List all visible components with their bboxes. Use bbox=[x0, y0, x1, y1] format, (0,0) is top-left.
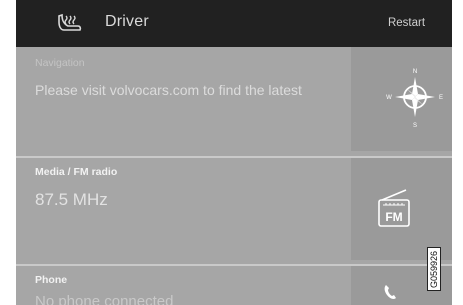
navigation-app-button[interactable]: N S W E bbox=[351, 47, 452, 151]
fm-radio-icon: FM bbox=[378, 189, 410, 227]
radio-frequency: 87.5 MHz bbox=[35, 190, 108, 209]
phone-tile-main[interactable]: Phone No phone connected bbox=[16, 266, 349, 305]
infotainment-screen: Driver Restart Navigation Please visit v… bbox=[16, 0, 452, 305]
driver-profile-label[interactable]: Driver bbox=[105, 13, 149, 31]
phone-icon bbox=[384, 285, 396, 299]
compass-n-label: N bbox=[413, 69, 417, 75]
compass-s-label: S bbox=[413, 123, 417, 129]
compass-icon: N S W E bbox=[386, 69, 443, 129]
fm-badge: FM bbox=[385, 210, 402, 224]
figure-code-label: G059926 bbox=[427, 247, 441, 291]
media-title: Media / FM radio bbox=[35, 166, 118, 178]
media-tile-main[interactable]: Media / FM radio 87.5 MHz bbox=[16, 158, 349, 260]
phone-title: Phone bbox=[35, 274, 68, 286]
navigation-tile: Navigation Please visit volvocars.com to… bbox=[16, 47, 452, 151]
top-bar: Driver Restart bbox=[16, 0, 452, 47]
navigation-tile-main[interactable]: Navigation Please visit volvocars.com to… bbox=[16, 47, 349, 151]
navigation-text: Please visit volvocars.com to find the l… bbox=[35, 82, 302, 98]
navigation-title: Navigation bbox=[35, 57, 85, 69]
compass-w-label: W bbox=[386, 95, 392, 101]
media-app-button[interactable]: FM bbox=[351, 158, 452, 260]
phone-status: No phone connected bbox=[35, 293, 174, 305]
seat-heating-icon[interactable] bbox=[56, 10, 84, 38]
media-tile: Media / FM radio 87.5 MHz FM bbox=[16, 156, 452, 260]
restart-button[interactable]: Restart bbox=[379, 0, 434, 47]
phone-tile: Phone No phone connected bbox=[16, 264, 452, 305]
compass-e-label: E bbox=[439, 95, 443, 101]
